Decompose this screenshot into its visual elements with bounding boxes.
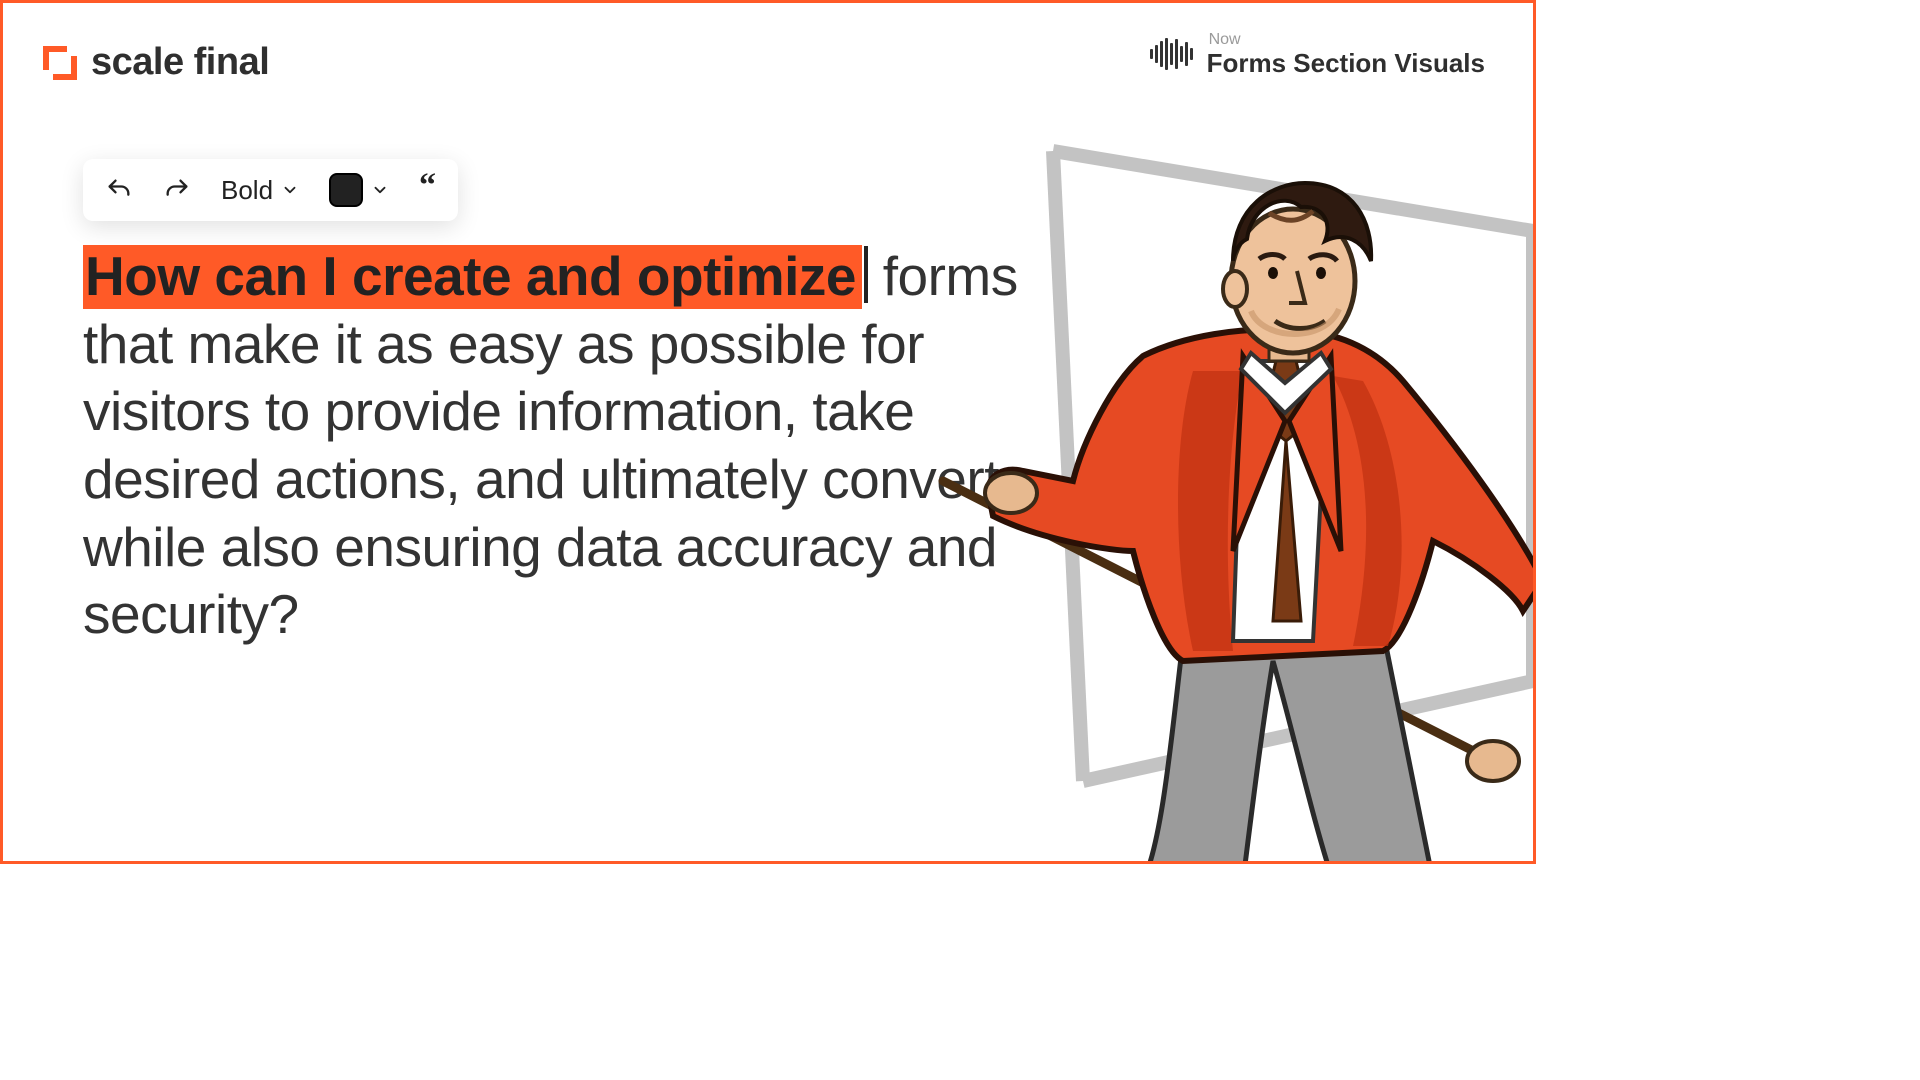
- blockquote-button[interactable]: “: [415, 176, 440, 204]
- chevron-down-icon: [281, 181, 299, 199]
- editor-toolbar: Bold “: [83, 159, 458, 221]
- headline-highlighted: How can I create and optimize: [83, 245, 862, 309]
- now-title: Forms Section Visuals: [1207, 49, 1485, 78]
- redo-icon: [163, 176, 191, 204]
- font-weight-label: Bold: [221, 175, 273, 206]
- soundwave-icon: [1150, 38, 1193, 70]
- brand-logo: scale final: [43, 41, 269, 84]
- font-weight-dropdown[interactable]: Bold: [217, 171, 303, 210]
- color-swatch-icon: [329, 173, 363, 207]
- undo-icon: [105, 176, 133, 204]
- text-color-dropdown[interactable]: [325, 169, 393, 211]
- headline-text: How can I create and optimize forms that…: [83, 243, 1033, 649]
- brand-logo-mark-icon: [43, 46, 77, 80]
- now-label: Now: [1209, 31, 1485, 49]
- chevron-down-icon: [371, 181, 389, 199]
- quote-icon: “: [419, 176, 436, 196]
- slide-frame: scale final Now Forms Section Visuals Bo…: [0, 0, 1536, 864]
- redo-button[interactable]: [159, 172, 195, 208]
- undo-button[interactable]: [101, 172, 137, 208]
- now-playing: Now Forms Section Visuals: [1150, 31, 1485, 77]
- brand-name: scale final: [91, 41, 269, 84]
